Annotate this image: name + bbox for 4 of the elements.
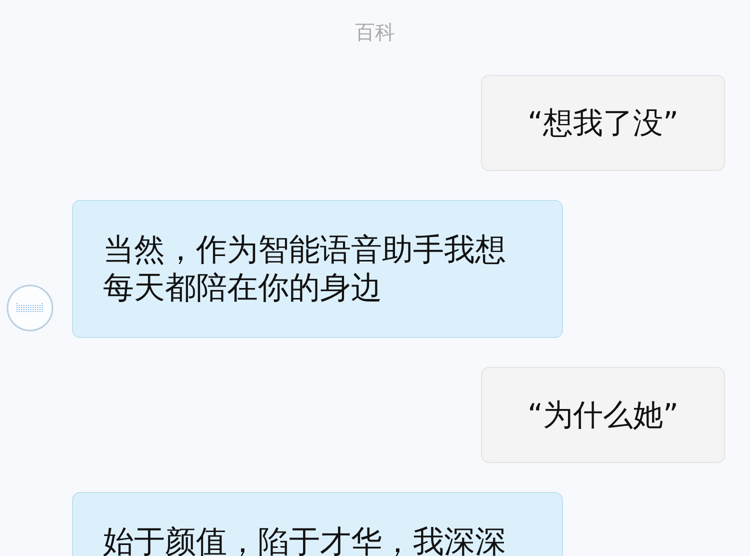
section-title: 百科 xyxy=(355,18,395,46)
message-bubble: “为什么她” xyxy=(481,367,725,463)
message-bubble: 当然，作为智能语音助手我想每天都陪在你的身边 xyxy=(72,200,563,338)
message-bubble: “想我了没” xyxy=(481,75,725,171)
